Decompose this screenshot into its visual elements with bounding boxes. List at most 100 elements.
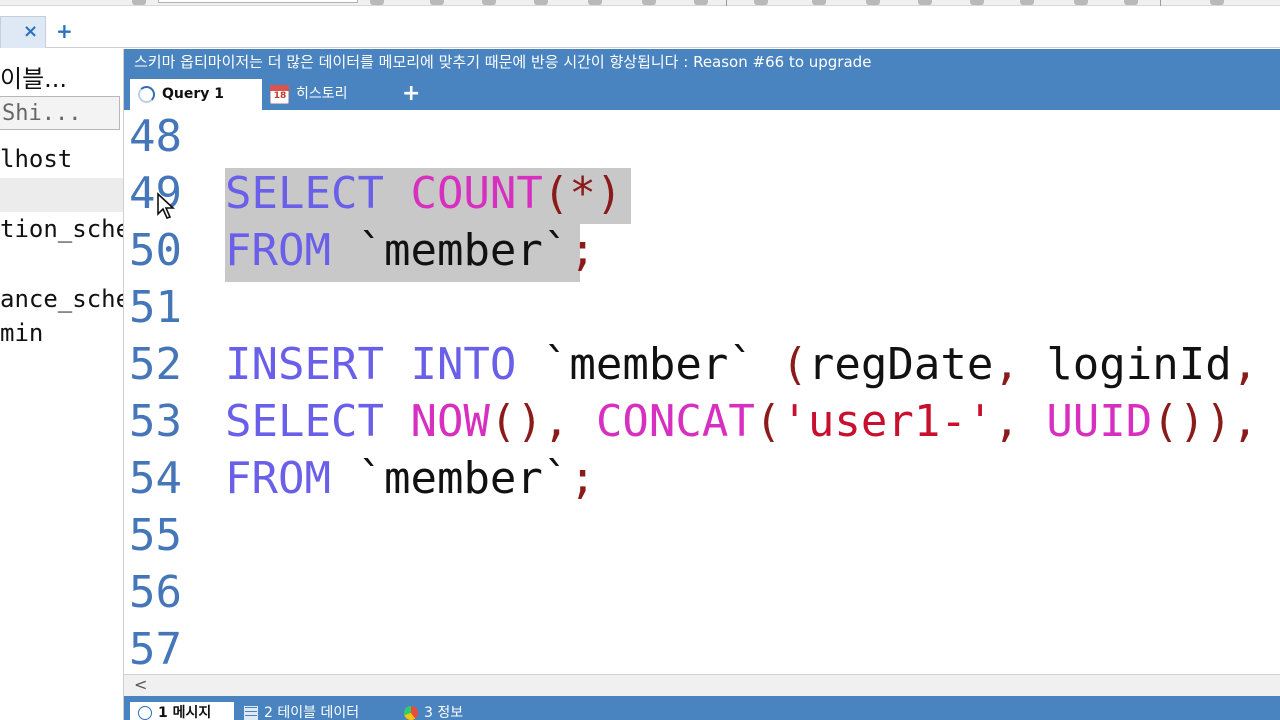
toolbar-icon[interactable] xyxy=(588,0,602,5)
punctuation: , xyxy=(993,396,1020,447)
info-icon xyxy=(138,706,152,720)
scroll-left-arrow[interactable]: < xyxy=(134,675,147,695)
line-number: 53 xyxy=(129,396,182,447)
punctuation: , xyxy=(1231,339,1259,390)
tab-query-1[interactable]: Query 1 xyxy=(130,79,262,110)
code-line[interactable]: FROM `member`; xyxy=(225,224,596,278)
tab-messages-label: 1 메시지 xyxy=(158,705,212,720)
toolbar-icon[interactable] xyxy=(970,0,984,5)
top-toolbar xyxy=(0,0,1280,6)
loading-spinner-icon xyxy=(138,86,155,103)
punctuation: ( xyxy=(754,396,782,447)
toolbar-icon[interactable] xyxy=(132,0,146,5)
tab-history[interactable]: 18 히스토리 xyxy=(270,79,390,110)
punctuation: ( xyxy=(781,339,808,390)
line-number: 50 xyxy=(129,225,182,276)
code-token: ` xyxy=(728,339,755,390)
toolbar-icon[interactable] xyxy=(430,0,444,5)
line-number: 55 xyxy=(129,510,182,561)
code-line[interactable]: INSERT INTO `member` (regDate, loginId, … xyxy=(225,338,1280,392)
toolbar-separator xyxy=(1160,0,1161,6)
new-connection-tab-button[interactable]: + xyxy=(56,20,73,42)
toolbar-database-select[interactable] xyxy=(158,0,358,3)
tab-messages[interactable]: 1 메시지 xyxy=(130,702,234,720)
toolbar-icon[interactable] xyxy=(642,0,656,5)
toolbar-icon[interactable] xyxy=(918,0,932,5)
punctuation: , xyxy=(542,396,570,447)
filter-input[interactable]: Shi... xyxy=(0,96,120,130)
toolbar-icon[interactable] xyxy=(1074,0,1088,5)
sql-keyword: SELECT xyxy=(225,168,384,219)
line-number: 54 xyxy=(129,453,182,504)
line-number: 48 xyxy=(129,111,182,162)
result-tab-bar: 1 메시지 2 테이블 데이터 3 정보 xyxy=(124,696,1280,720)
sql-function: UUID xyxy=(1046,396,1153,447)
sql-keyword: FROM xyxy=(225,225,331,276)
pie-chart-icon xyxy=(404,706,418,720)
toolbar-icon[interactable] xyxy=(1210,0,1224,5)
toolbar-icon[interactable] xyxy=(482,0,496,5)
table-grid-icon xyxy=(244,706,258,720)
sql-keyword: INSERT xyxy=(225,339,384,390)
tree-item-selected[interactable] xyxy=(0,178,123,212)
punctuation: ( xyxy=(1152,396,1179,447)
punctuation: ( xyxy=(489,396,517,447)
toolbar-icon[interactable] xyxy=(534,0,548,5)
tab-table-data-label: 2 테이블 데이터 xyxy=(264,705,360,720)
tab-query-1-label: Query 1 xyxy=(162,86,225,102)
toolbar-icon[interactable] xyxy=(1020,0,1034,5)
identifier: member xyxy=(569,339,729,390)
code-token: ` xyxy=(542,339,570,390)
identifier: member xyxy=(383,453,543,504)
filter-input-value: Shi... xyxy=(2,101,82,126)
tree-item-localhost[interactable]: lhost xyxy=(0,144,72,174)
toolbar-icon[interactable] xyxy=(1124,0,1138,5)
punctuation: ( xyxy=(542,168,570,219)
close-icon[interactable]: × xyxy=(23,21,38,43)
tree-item-information-schema[interactable]: tion_schem xyxy=(0,214,123,244)
punctuation: ) xyxy=(1178,396,1206,447)
sql-function: CONCAT xyxy=(595,396,755,447)
punctuation: , xyxy=(993,339,1020,390)
upgrade-banner[interactable]: 스키마 옵티마이저는 더 많은 데이터를 메모리에 맞추기 때문에 반응 시간이… xyxy=(134,53,871,71)
string-literal: 'user1-' xyxy=(781,396,994,447)
toolbar-icon[interactable] xyxy=(866,0,880,5)
toolbar-icon[interactable] xyxy=(812,0,826,5)
tab-info-label: 3 정보 xyxy=(424,705,464,720)
sql-function: NOW xyxy=(410,396,490,447)
tree-item-admin[interactable]: min xyxy=(0,318,43,348)
code-token: ` xyxy=(542,453,570,504)
query-area: 스키마 옵티마이저는 더 많은 데이터를 메모리에 맞추기 때문에 반응 시간이… xyxy=(124,49,1280,720)
code-line[interactable]: FROM `member`; xyxy=(225,452,596,506)
punctuation: ; xyxy=(569,453,596,504)
toolbar-icon[interactable] xyxy=(370,0,384,5)
horizontal-scrollbar[interactable]: < xyxy=(124,674,1280,696)
sql-function: COUNT xyxy=(410,168,543,219)
tab-history-label: 히스토리 xyxy=(296,86,348,102)
identifier: member xyxy=(383,225,543,276)
identifier: loginId xyxy=(1046,339,1232,390)
punctuation: ) xyxy=(516,396,543,447)
tab-info[interactable]: 3 정보 xyxy=(396,702,463,720)
mouse-pointer-icon xyxy=(157,192,176,219)
code-token: ` xyxy=(357,225,384,276)
connection-tab[interactable]: × xyxy=(0,16,46,48)
calendar-icon-day: 18 xyxy=(273,91,287,101)
identifier: regDate xyxy=(807,339,994,390)
punctuation: ) xyxy=(595,168,623,219)
tree-item-performance-schema[interactable]: ance_schem xyxy=(0,284,123,314)
toolbar-icon[interactable] xyxy=(694,0,708,5)
sql-editor[interactable]: 48 49 50 51 52 53 54 55 56 57 SELECT COU… xyxy=(124,110,1280,674)
code-line[interactable]: SELECT COUNT(*) xyxy=(225,167,622,221)
code-token: ` xyxy=(542,225,570,276)
punctuation: * xyxy=(569,168,596,219)
toolbar-icon[interactable] xyxy=(754,0,768,5)
line-number: 56 xyxy=(129,567,182,618)
tab-table-data[interactable]: 2 테이블 데이터 xyxy=(236,702,359,720)
toolbar-separator xyxy=(726,0,727,6)
code-line[interactable]: SELECT NOW(), CONCAT('user1-', UUID()), … xyxy=(225,395,1280,449)
add-query-tab-button[interactable]: + xyxy=(402,81,420,107)
code-token: ` xyxy=(357,453,384,504)
punctuation: , xyxy=(1231,396,1259,447)
line-number: 51 xyxy=(129,282,182,333)
